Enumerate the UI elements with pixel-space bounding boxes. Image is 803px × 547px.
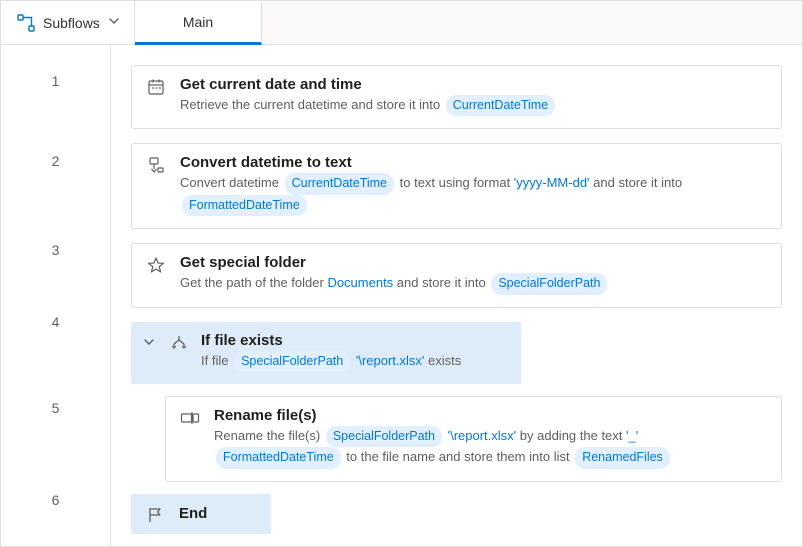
line-number: 4 bbox=[1, 314, 110, 330]
line-number: 1 bbox=[1, 73, 110, 89]
literal-text: 'yyyy-MM-dd' bbox=[514, 175, 590, 190]
action-description: Convert datetime CurrentDateTime to text… bbox=[180, 173, 767, 216]
flag-icon bbox=[145, 504, 165, 524]
action-title: Rename file(s) bbox=[214, 407, 767, 424]
subflows-label: Subflows bbox=[43, 15, 100, 31]
variable-token[interactable]: RenamedFiles bbox=[575, 447, 670, 468]
literal-text: '\report.xlsx' bbox=[356, 353, 425, 368]
tab-label: Main bbox=[183, 14, 213, 30]
action-title: Get current date and time bbox=[180, 76, 767, 93]
line-number: 6 bbox=[1, 492, 110, 508]
action-description: Retrieve the current datetime and store … bbox=[180, 95, 767, 116]
designer-area: 1 2 3 4 5 6 Get current date and time Re… bbox=[1, 45, 802, 546]
variable-token[interactable]: SpecialFolderPath bbox=[234, 351, 350, 372]
link-text: Documents bbox=[327, 275, 393, 290]
literal-text: '_' bbox=[626, 428, 638, 443]
subflows-dropdown[interactable]: Subflows bbox=[1, 1, 135, 44]
action-title: Convert datetime to text bbox=[180, 154, 767, 171]
action-rename-files[interactable]: Rename file(s) Rename the file(s) Specia… bbox=[165, 396, 782, 482]
variable-token[interactable]: SpecialFolderPath bbox=[491, 273, 607, 294]
action-get-special-folder[interactable]: Get special folder Get the path of the f… bbox=[131, 243, 782, 307]
action-title: Get special folder bbox=[180, 254, 767, 271]
action-if-file-exists[interactable]: If file exists If file SpecialFolderPath… bbox=[131, 322, 521, 384]
line-gutter: 1 2 3 4 5 6 bbox=[1, 45, 111, 546]
action-end[interactable]: End bbox=[131, 494, 271, 534]
line-number: 3 bbox=[1, 242, 110, 258]
action-title: If file exists bbox=[201, 332, 507, 349]
variable-token[interactable]: FormattedDateTime bbox=[216, 447, 341, 468]
chevron-down-icon bbox=[108, 15, 120, 30]
branch-icon bbox=[169, 332, 189, 352]
star-icon bbox=[146, 254, 166, 274]
line-number: 5 bbox=[1, 400, 110, 416]
action-get-current-datetime[interactable]: Get current date and time Retrieve the c… bbox=[131, 65, 782, 129]
calendar-icon bbox=[146, 76, 166, 96]
action-description: If file SpecialFolderPath '\report.xlsx'… bbox=[201, 351, 507, 372]
variable-token[interactable]: SpecialFolderPath bbox=[326, 426, 442, 447]
if-block: If file exists If file SpecialFolderPath… bbox=[131, 322, 782, 534]
literal-text: '\report.xlsx' bbox=[448, 428, 517, 443]
collapse-chevron-icon[interactable] bbox=[141, 332, 157, 348]
action-title: End bbox=[179, 505, 207, 522]
variable-token[interactable]: CurrentDateTime bbox=[285, 173, 394, 194]
top-bar: Subflows Main bbox=[1, 1, 802, 45]
tabs: Main bbox=[135, 1, 262, 44]
action-description: Rename the file(s) SpecialFolderPath '\r… bbox=[214, 426, 767, 469]
action-convert-datetime-to-text[interactable]: Convert datetime to text Convert datetim… bbox=[131, 143, 782, 229]
rename-icon bbox=[180, 407, 200, 427]
variable-token[interactable]: FormattedDateTime bbox=[182, 195, 307, 216]
workflow-icon bbox=[17, 14, 35, 32]
convert-icon bbox=[146, 154, 166, 174]
variable-token[interactable]: CurrentDateTime bbox=[446, 95, 555, 116]
tab-main[interactable]: Main bbox=[135, 2, 262, 45]
action-description: Get the path of the folder Documents and… bbox=[180, 273, 767, 294]
line-number: 2 bbox=[1, 153, 110, 169]
